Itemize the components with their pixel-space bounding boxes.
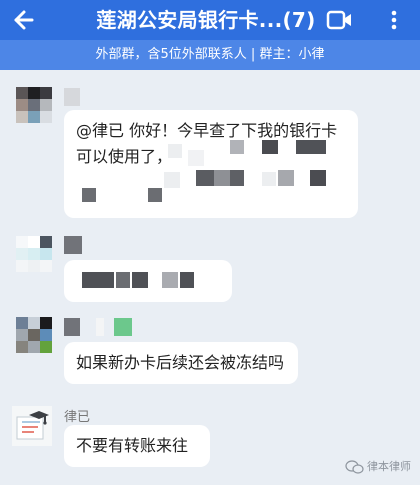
- redacted-block: [310, 170, 326, 186]
- redacted-block: [230, 170, 244, 186]
- watermark: 律本律师: [345, 458, 420, 476]
- redacted-block: [262, 140, 278, 154]
- wechat-logo-icon: [345, 460, 364, 474]
- sender-name-redacted: [64, 88, 80, 106]
- chat-area[interactable]: @律已 你好！今早查了下我的银行卡 可以使用了， 如果新办卡后续还会被冻结吗 律…: [0, 70, 420, 485]
- redacted-block: [82, 188, 96, 202]
- sender-name: 律已: [64, 410, 91, 425]
- back-arrow-icon[interactable]: [8, 6, 38, 34]
- redacted-block: [230, 140, 244, 154]
- message-bubble[interactable]: @律已 你好！今早查了下我的银行卡 可以使用了，: [64, 110, 358, 218]
- redacted-block: [214, 170, 230, 186]
- chat-header: 莲湖公安局银行卡...(7): [0, 0, 420, 40]
- chat-title: 莲湖公安局银行卡...(7): [96, 8, 316, 32]
- redacted-block: [262, 172, 276, 186]
- redacted-block: [116, 272, 130, 288]
- redacted-block: [196, 170, 214, 186]
- video-call-icon[interactable]: [326, 8, 354, 32]
- sender-name-redacted: [64, 318, 80, 336]
- redacted-block: [164, 172, 180, 188]
- redacted-block: [162, 272, 178, 288]
- group-info-text: 外部群，含5位外部联系人 | 群主：小律: [95, 47, 325, 62]
- redacted-block: [132, 272, 148, 288]
- redacted-block: [188, 150, 204, 166]
- redacted-block: [168, 144, 182, 158]
- watermark-text: 律本律师: [367, 460, 411, 473]
- redacted-block: [296, 140, 326, 154]
- message-text: 不要有转账来往: [76, 436, 189, 455]
- sender-name-redacted: [114, 318, 132, 336]
- message-text: 如果新办卡后续还会被冻结吗: [76, 353, 285, 372]
- message-bubble-redacted[interactable]: [64, 260, 232, 302]
- more-menu-icon[interactable]: [386, 7, 402, 33]
- redacted-block: [82, 272, 114, 288]
- avatar[interactable]: [16, 317, 52, 353]
- message-text: 可以使用了，: [76, 147, 173, 166]
- redacted-block: [180, 272, 194, 288]
- group-info-bar[interactable]: 外部群，含5位外部联系人 | 群主：小律: [0, 40, 420, 70]
- message-bubble[interactable]: 不要有转账来往: [64, 425, 210, 467]
- redacted-block: [278, 170, 294, 186]
- redacted-block: [148, 188, 162, 202]
- avatar[interactable]: [12, 406, 52, 446]
- avatar[interactable]: [16, 236, 52, 272]
- message-bubble[interactable]: 如果新办卡后续还会被冻结吗: [64, 342, 298, 384]
- avatar[interactable]: [16, 87, 52, 123]
- sender-name-redacted: [64, 236, 82, 254]
- sender-name-redacted: [96, 318, 104, 336]
